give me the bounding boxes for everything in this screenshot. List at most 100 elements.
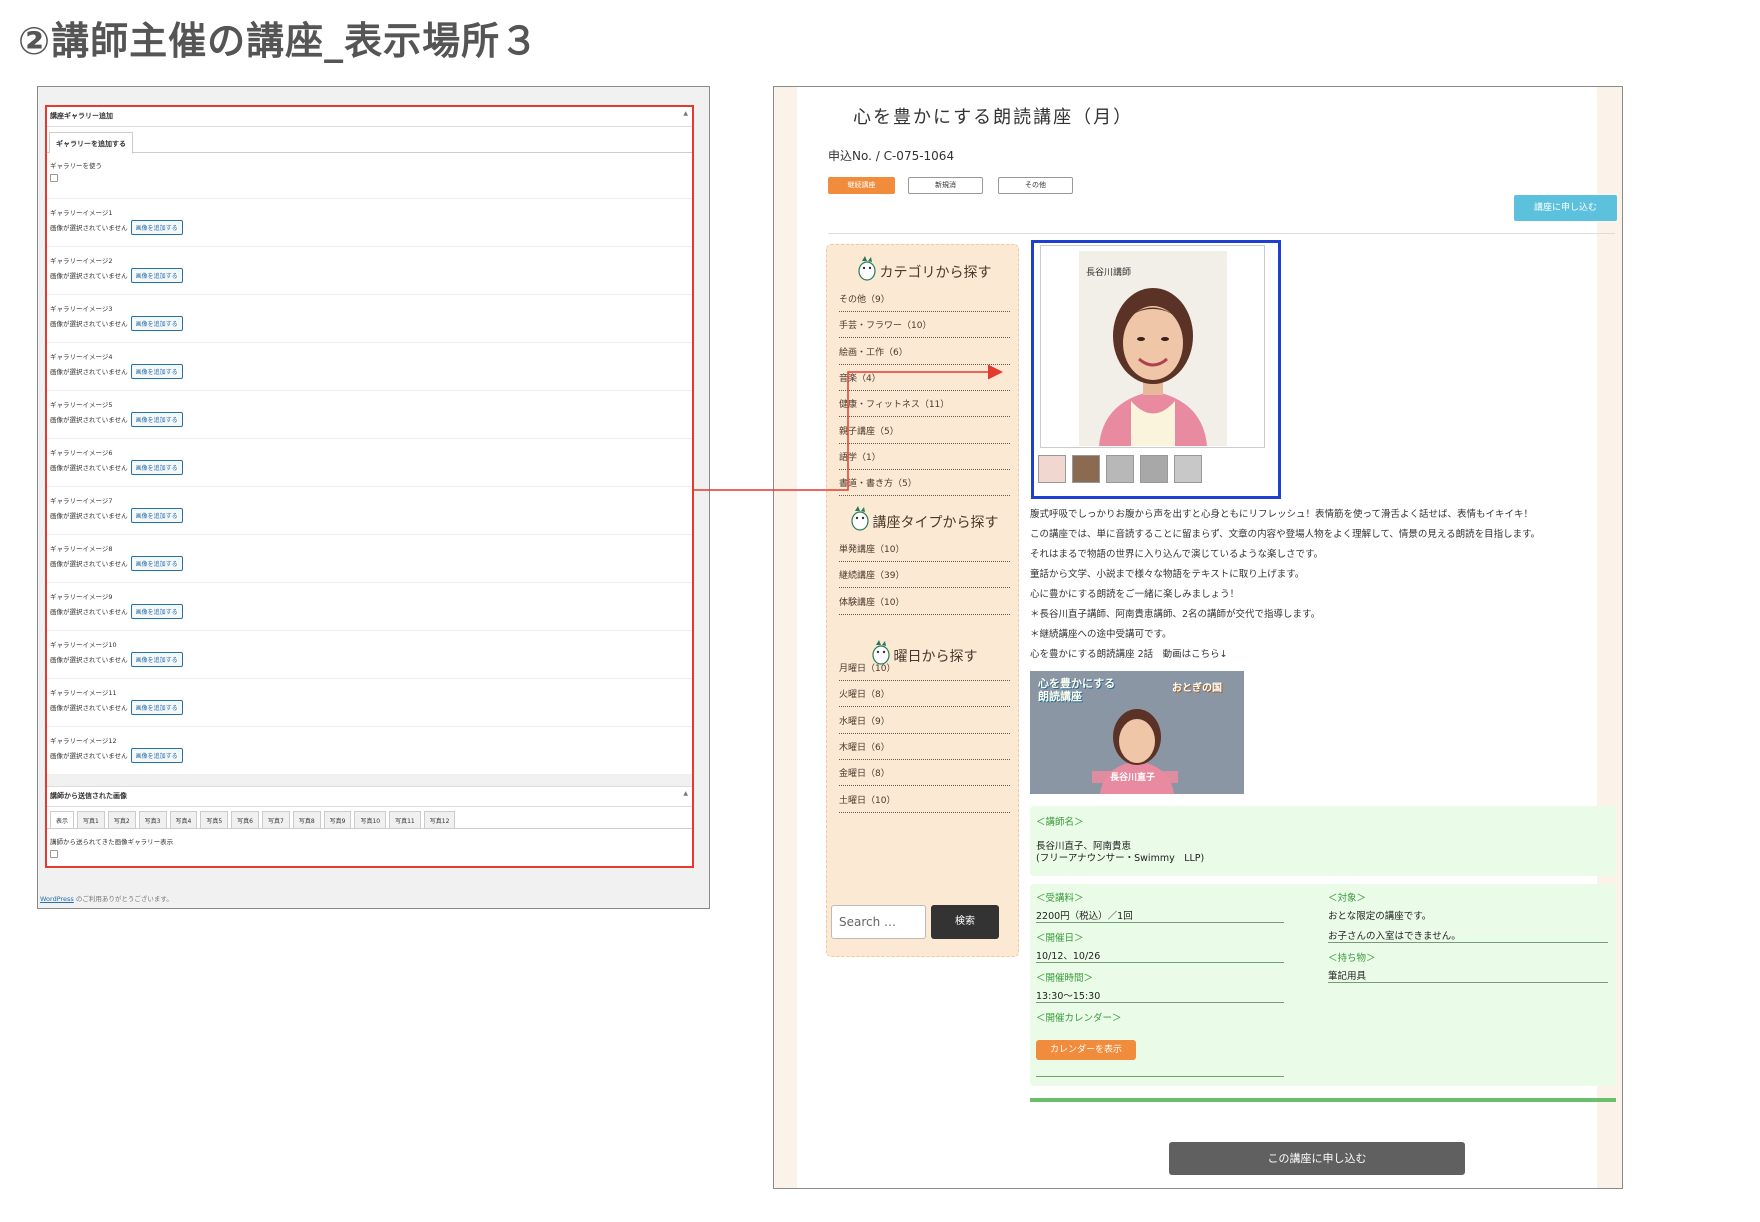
instructor-info-box: ＜講師名＞ 長谷川直子、阿南貴恵 (フリーアナウンサー・Swimmy LLP) [1030, 806, 1616, 876]
sent-images-header[interactable]: 講師から送信された画像 ▲ [47, 787, 692, 807]
sidebar-link[interactable]: 金曜日（8） [839, 766, 1010, 787]
apply-button-bottom[interactable]: この講座に申し込む [1169, 1142, 1465, 1175]
sidebar-link[interactable]: 書道・書き方（5） [839, 476, 1010, 497]
photo-tab[interactable]: 写真4 [169, 811, 198, 828]
time-value: 13:30〜15:30 [1036, 991, 1101, 1002]
sidebar-link[interactable]: 健康・フィットネス（11） [839, 397, 1010, 418]
sidebar-link[interactable]: 水曜日（9） [839, 714, 1010, 734]
add-image-button[interactable]: 画像を追加する [130, 316, 183, 331]
divider [1036, 1076, 1284, 1077]
gallery-thumbnail[interactable] [1174, 455, 1202, 483]
sidebar-link[interactable]: 語学（1） [839, 450, 1010, 470]
wordpress-link[interactable]: WordPress [40, 895, 74, 903]
gallery-thumbnail[interactable] [1140, 455, 1168, 483]
gallery-image-label: ギャラリーイメージ11 [50, 689, 117, 697]
description-line: 心を豊かにする朗読講座 2話 動画はこちら↓ [1030, 649, 1228, 660]
no-image-text: 画像が選択されていません [50, 655, 128, 664]
use-gallery-checkbox[interactable] [50, 174, 58, 182]
no-image-text: 画像が選択されていません [50, 511, 128, 520]
divider [1328, 982, 1608, 983]
photo-tab[interactable]: 写真3 [138, 811, 167, 828]
add-image-button[interactable]: 画像を追加する [130, 412, 183, 427]
sidebar-link[interactable]: その他（9） [839, 292, 1010, 312]
sidebar-link[interactable]: 土曜日（10） [839, 793, 1010, 813]
tab-add-gallery[interactable]: ギャラリーを追加する [49, 132, 133, 154]
no-image-text: 画像が選択されていません [50, 271, 128, 280]
gallery-image-label: ギャラリーイメージ6 [50, 449, 113, 457]
instructor-label: ＜講師名＞ [1036, 817, 1084, 828]
photo-tab[interactable]: 写真2 [107, 811, 136, 828]
photo-tab[interactable]: 写真7 [261, 811, 290, 828]
gallery-image-row: ギャラリーイメージ5 画像が選択されていません 画像を追加する [47, 391, 692, 439]
add-image-button[interactable]: 画像を追加する [130, 748, 183, 763]
fee-label: ＜受講料＞ [1036, 893, 1084, 904]
gallery-tab-strip: ギャラリーを追加する [47, 129, 692, 154]
add-image-button[interactable]: 画像を追加する [130, 700, 183, 715]
tag-other[interactable]: その他 [998, 177, 1073, 194]
tag-continuing[interactable]: 継続講座 [828, 177, 895, 194]
items-label: ＜持ち物＞ [1328, 953, 1376, 964]
apply-button-top[interactable]: 講座に申し込む [1514, 195, 1617, 221]
gallery-image-label: ギャラリーイメージ4 [50, 353, 113, 361]
category-heading: カテゴリから探す [827, 255, 1020, 282]
collapse-icon[interactable]: ▲ [683, 790, 688, 797]
tag-new[interactable]: 新規消 [908, 177, 983, 194]
photo-tab[interactable]: 写真1 [77, 811, 105, 828]
gallery-thumbnail[interactable] [1072, 455, 1100, 483]
sidebar-link[interactable]: 手芸・フラワー（10） [839, 318, 1010, 339]
gallery-thumbnail[interactable] [1038, 455, 1066, 483]
search-input[interactable]: Search … [831, 905, 926, 939]
sidebar-link[interactable]: 単発講座（10） [839, 542, 1010, 562]
sidebar-link[interactable]: 親子講座（5） [839, 424, 1010, 444]
gallery-image-row: ギャラリーイメージ9 画像が選択されていません 画像を追加する [47, 583, 692, 631]
add-image-button[interactable]: 画像を追加する [130, 508, 183, 523]
target-label: ＜対象＞ [1328, 893, 1367, 904]
frontend-page: 心を豊かにする朗読講座（月） 申込No. / C-075-1064 継続講座 新… [797, 87, 1617, 1188]
portrait-label: 長谷川講師 [1086, 268, 1132, 278]
calendar-label: ＜開催カレンダー＞ [1036, 1013, 1122, 1024]
no-image-text: 画像が選択されていません [50, 463, 128, 472]
add-image-button[interactable]: 画像を追加する [130, 556, 183, 571]
sent-display-checkbox[interactable] [50, 850, 58, 858]
photo-tab[interactable]: 写真9 [323, 811, 352, 828]
photo-tab[interactable]: 写真10 [354, 811, 387, 828]
photo-tab[interactable]: 写真6 [231, 811, 259, 828]
sidebar-link[interactable]: 音楽（4） [839, 371, 1010, 391]
sidebar-link[interactable]: 月曜日（10） [839, 661, 1010, 681]
video-thumbnail[interactable]: 心を豊かにする 朗読講座 おとぎの国 長谷川直子 [1030, 671, 1244, 794]
sidebar-link[interactable]: 火曜日（8） [839, 687, 1010, 708]
fee-value: 2200円（税込）／1回 [1036, 911, 1133, 922]
divider [828, 233, 1615, 234]
sent-display-field: 講師から送られてきた画像ギャラリー表示 [47, 829, 692, 858]
add-image-button[interactable]: 画像を追加する [130, 604, 183, 619]
photo-tab[interactable]: 写真8 [292, 811, 321, 828]
add-image-button[interactable]: 画像を追加する [130, 652, 183, 667]
dates-label: ＜開催日＞ [1036, 933, 1084, 944]
divider [1036, 1002, 1284, 1003]
description-line: ＊長谷川直子講師、阿南貴恵講師、2名の講師が交代で指導します。 [1030, 609, 1321, 620]
photo-tab[interactable]: 写真11 [389, 811, 421, 828]
show-calendar-button[interactable]: カレンダーを表示 [1036, 1040, 1136, 1060]
collapse-icon[interactable]: ▲ [683, 110, 688, 117]
add-image-button[interactable]: 画像を追加する [130, 364, 183, 379]
sidebar-link[interactable]: 木曜日（6） [839, 740, 1010, 760]
add-image-button[interactable]: 画像を追加する [130, 460, 183, 475]
photo-tab[interactable]: 写真5 [200, 811, 229, 828]
gallery-main-image[interactable]: 長谷川講師 [1040, 245, 1265, 448]
instructor-portrait: 長谷川講師 [1079, 251, 1227, 446]
search-button[interactable]: 検索 [931, 905, 999, 939]
sidebar-link[interactable]: 継続講座（39） [839, 568, 1010, 589]
add-image-button[interactable]: 画像を追加する [130, 268, 183, 283]
sidebar-link[interactable]: 体験講座（10） [839, 595, 1010, 615]
gallery-image-label: ギャラリーイメージ3 [50, 305, 113, 313]
video-caption-left: 心を豊かにする 朗読講座 [1038, 677, 1116, 703]
use-gallery-label: ギャラリーを使う [50, 162, 102, 170]
sidebar-link[interactable]: 絵画・工作（6） [839, 345, 1010, 365]
no-image-text: 画像が選択されていません [50, 223, 128, 232]
gallery-metabox-header[interactable]: 講座ギャラリー追加 ▲ [47, 107, 692, 127]
gallery-image-row: ギャラリーイメージ8 画像が選択されていません 画像を追加する [47, 535, 692, 583]
photo-tab[interactable]: 写真12 [423, 811, 456, 828]
gallery-thumbnail[interactable] [1106, 455, 1134, 483]
photo-tab[interactable]: 表示 [50, 811, 75, 828]
add-image-button[interactable]: 画像を追加する [130, 220, 183, 235]
